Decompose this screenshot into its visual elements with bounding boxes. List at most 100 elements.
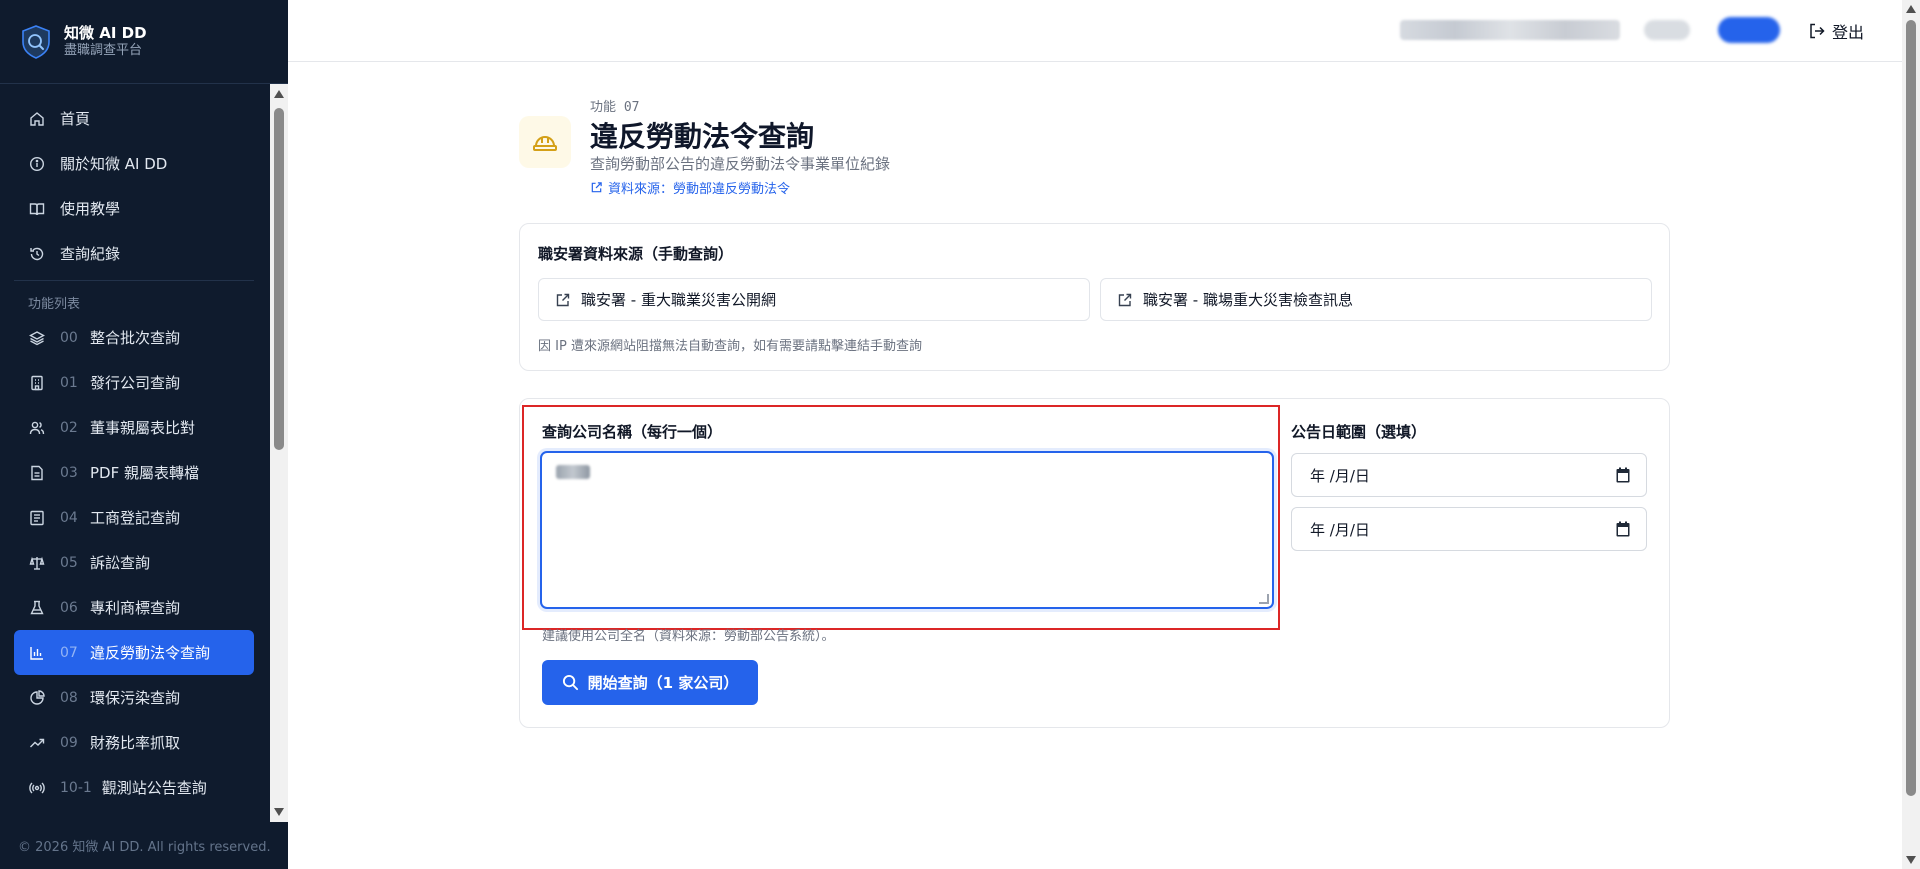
osha-inspection-info-label: 職安署 - 職場重大災害檢查訊息 <box>1143 291 1353 309</box>
history-icon <box>28 245 46 263</box>
sidebar-item-label: 訴訟查詢 <box>90 554 151 572</box>
external-link-icon <box>591 182 602 193</box>
brand[interactable]: 知微 AI DD 盡職調查平台 <box>0 0 288 84</box>
bar-chart-icon <box>28 644 46 662</box>
sidebar-item-label: 使用教學 <box>60 200 121 218</box>
sidebar-item-label: 財務比率抓取 <box>90 734 181 752</box>
sidebar-scrollbar[interactable] <box>270 84 288 822</box>
copyright: © 2026 知微 AI DD. All rights reserved. <box>18 840 271 855</box>
page-subtitle: 查詢勞動部公告的違反勞動法令事業單位紀錄 <box>590 155 891 173</box>
external-link-icon <box>556 293 570 306</box>
sidebar-item-label: 查詢紀錄 <box>60 245 121 263</box>
company-names-textarea[interactable] <box>540 451 1274 609</box>
manual-sources-note: 因 IP 遭來源網站阻擋無法自動查詢，如有需要請點擊連結手動查詢 <box>538 339 922 354</box>
sidebar-item-tutorial[interactable]: 使用教學 <box>14 186 254 231</box>
layers-icon <box>28 329 46 347</box>
user-plan-badge-redacted <box>1718 17 1780 43</box>
user-role-badge-redacted <box>1644 20 1690 40</box>
company-names-label: 查詢公司名稱（每行一個） <box>542 423 723 441</box>
sidebar-item-label: 整合批次查詢 <box>90 329 181 347</box>
sidebar-item-number: 02 <box>60 419 78 436</box>
sidebar-item-patent[interactable]: 06 專利商標查詢 <box>14 585 254 630</box>
sidebar-item-number: 06 <box>60 599 78 616</box>
sidebar-item-number: 03 <box>60 464 78 481</box>
scroll-up-arrow-icon[interactable] <box>274 90 284 98</box>
brand-title: 知微 AI DD <box>64 24 147 42</box>
sidebar-item-number: 09 <box>60 734 78 751</box>
trend-icon <box>28 734 46 752</box>
date-to-input[interactable]: 年 /月/日 <box>1291 507 1647 551</box>
start-query-label: 開始查詢（1 家公司） <box>587 674 739 692</box>
file-icon <box>28 464 46 482</box>
data-source-link[interactable]: 資料來源：勞動部違反勞動法令 <box>590 178 790 197</box>
sidebar-item-label: PDF 親屬表轉檔 <box>90 464 199 482</box>
sidebar-item-financial-ratios[interactable]: 09 財務比率抓取 <box>14 720 254 765</box>
osha-disaster-portal-label: 職安署 - 重大職業災害公開網 <box>581 291 776 309</box>
scroll-up-arrow-icon[interactable] <box>1906 5 1916 13</box>
nav-divider <box>14 280 254 281</box>
feature-code: 功能 07 <box>590 100 640 115</box>
flask-icon <box>28 599 46 617</box>
hard-hat-feature-icon <box>519 116 571 168</box>
manual-sources-card: 職安署資料來源（手動查詢） 職安署 - 重大職業災害公開網 職安署 - 職場重大… <box>519 223 1670 371</box>
book-icon <box>28 200 46 218</box>
sidebar-item-label: 觀測站公告查詢 <box>101 779 207 797</box>
pie-icon <box>28 689 46 707</box>
page-title: 違反勞動法令查詢 <box>590 120 815 153</box>
manual-sources-title: 職安署資料來源（手動查詢） <box>538 245 734 263</box>
sidebar-item-label: 專利商標查詢 <box>90 599 181 617</box>
company-name-redacted <box>556 465 590 479</box>
building-icon <box>28 374 46 392</box>
sidebar-item-business-registry[interactable]: 04 工商登記查詢 <box>14 495 254 540</box>
sidebar: 知微 AI DD 盡職調查平台 首頁 關於知微 AI DD 使用教學 查詢紀錄 <box>0 0 288 869</box>
sidebar-item-label: 違反勞動法令查詢 <box>90 644 211 662</box>
sidebar-item-number: 08 <box>60 689 78 706</box>
sidebar-item-labor-violations[interactable]: 07 違反勞動法令查詢 <box>14 630 254 675</box>
start-query-button[interactable]: 開始查詢（1 家公司） <box>542 660 758 705</box>
sidebar-nav: 首頁 關於知微 AI DD 使用教學 查詢紀錄 功能列表 00 整合批次查詢 0… <box>0 84 268 822</box>
sidebar-item-about[interactable]: 關於知微 AI DD <box>14 141 254 186</box>
scroll-down-arrow-icon[interactable] <box>1906 856 1916 864</box>
osha-inspection-info-link[interactable]: 職安署 - 職場重大災害檢查訊息 <box>1100 278 1652 321</box>
users-icon <box>28 419 46 437</box>
sidebar-scrollbar-thumb[interactable] <box>274 108 284 450</box>
sidebar-item-issuer[interactable]: 01 發行公司查詢 <box>14 360 254 405</box>
nav-section-label: 功能列表 <box>28 297 81 312</box>
scale-icon <box>28 554 46 572</box>
sidebar-item-litigation[interactable]: 05 訴訟查詢 <box>14 540 254 585</box>
sidebar-item-history[interactable]: 查詢紀錄 <box>14 231 254 276</box>
logout-button[interactable]: 登出 <box>1808 19 1864 43</box>
resize-handle-icon[interactable] <box>1259 594 1269 604</box>
register-icon <box>28 509 46 527</box>
logout-label: 登出 <box>1832 23 1865 42</box>
sidebar-item-batch[interactable]: 00 整合批次查詢 <box>14 315 254 360</box>
logout-icon <box>1810 23 1825 39</box>
date-from-input[interactable]: 年 /月/日 <box>1291 453 1647 497</box>
sidebar-item-home[interactable]: 首頁 <box>14 96 254 141</box>
sidebar-item-number: 01 <box>60 374 78 391</box>
sidebar-item-mops-announcements[interactable]: 10-1 觀測站公告查詢 <box>14 765 254 810</box>
announcement-date-range-label: 公告日範圍（選填） <box>1291 423 1427 441</box>
sidebar-item-label: 發行公司查詢 <box>90 374 181 392</box>
date-to-placeholder: 年 /月/日 <box>1310 520 1370 539</box>
sidebar-item-environment[interactable]: 08 環保污染查詢 <box>14 675 254 720</box>
page-scrollbar[interactable] <box>1902 0 1920 869</box>
sidebar-item-label: 環保污染查詢 <box>90 689 181 707</box>
sidebar-item-number: 04 <box>60 509 78 526</box>
calendar-icon[interactable] <box>1616 467 1630 483</box>
brand-subtitle: 盡職調查平台 <box>64 43 143 58</box>
scroll-down-arrow-icon[interactable] <box>274 808 284 816</box>
sidebar-item-pdf[interactable]: 03 PDF 親屬表轉檔 <box>14 450 254 495</box>
sidebar-item-label: 工商登記查詢 <box>90 509 181 527</box>
user-email-redacted <box>1400 20 1620 40</box>
page-scrollbar-thumb[interactable] <box>1906 20 1916 796</box>
osha-disaster-portal-link[interactable]: 職安署 - 重大職業災害公開網 <box>538 278 1090 321</box>
broadcast-icon <box>28 779 46 797</box>
sidebar-item-number: 00 <box>60 329 78 346</box>
calendar-icon[interactable] <box>1616 521 1630 537</box>
topbar: 登出 <box>288 0 1902 62</box>
sidebar-item-number: 07 <box>60 644 78 661</box>
data-source-link-label: 資料來源：勞動部違反勞動法令 <box>608 182 791 197</box>
sidebar-item-directors[interactable]: 02 董事親屬表比對 <box>14 405 254 450</box>
shield-search-logo-icon <box>22 24 50 59</box>
